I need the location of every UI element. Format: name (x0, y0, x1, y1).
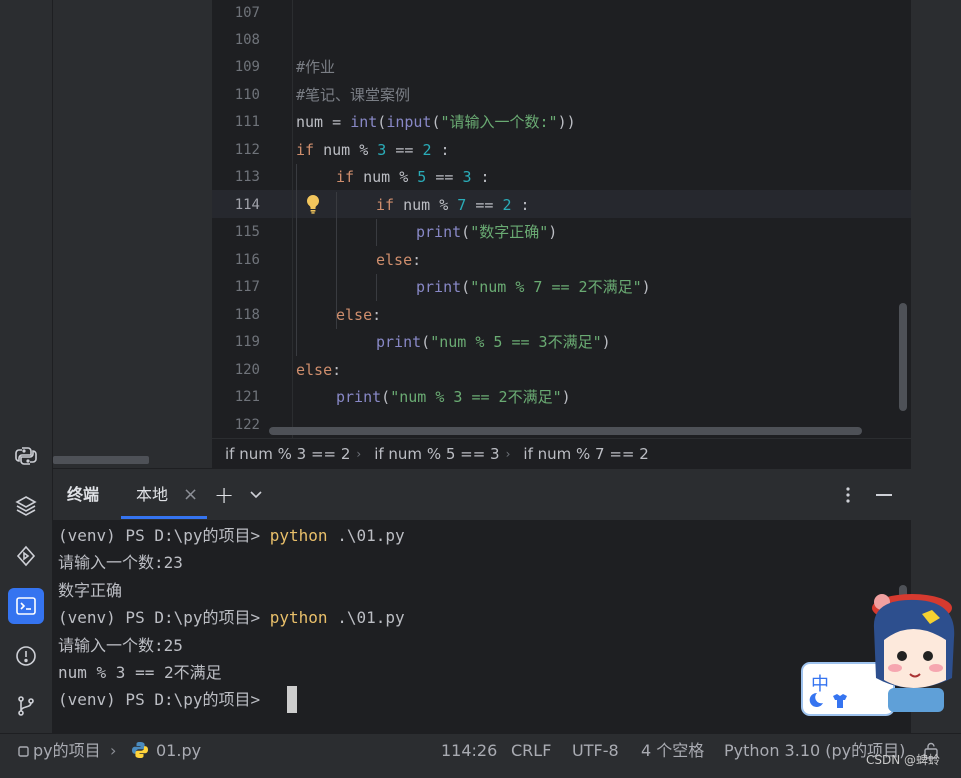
code-line: print("num % 3 == 2不满足") (336, 388, 571, 406)
terminal-header: 终端 本地 × + (53, 468, 911, 521)
terminal-line: 请输入一个数:23 (58, 553, 183, 572)
terminal-title: 终端 (67, 485, 100, 504)
mascot-icon (872, 594, 955, 712)
code-line: print("数字正确") (416, 223, 558, 241)
breadcrumb-item[interactable]: if num % 3 == 2 (212, 445, 356, 463)
line-number: 117 (234, 279, 260, 295)
problems-icon[interactable] (8, 638, 44, 674)
code-line: else: (376, 251, 422, 269)
code-line: if num % 5 == 3 : (336, 168, 490, 186)
line-number-current: 114 (234, 197, 260, 213)
status-bar: py的项目 › 01.py 114:26 CRLF UTF-8 4 个空格 Py… (0, 733, 961, 778)
indent-guide (296, 164, 297, 356)
line-number: 112 (234, 142, 260, 158)
breadcrumb-item[interactable]: if num % 7 == 2 (510, 445, 654, 463)
status-line-separator[interactable]: CRLF (511, 734, 551, 778)
line-number: 122 (234, 417, 260, 433)
close-tab-icon[interactable]: × (183, 469, 198, 521)
terminal-line: 数字正确 (58, 581, 123, 600)
indent-guide (376, 219, 377, 246)
tool-window-bar (0, 0, 53, 733)
terminal-icon[interactable] (8, 588, 44, 624)
code-line: #笔记、课堂案例 (296, 86, 411, 104)
lightbulb-icon[interactable] (303, 193, 323, 215)
line-number: 121 (234, 389, 260, 405)
code-line: else: (336, 306, 382, 324)
code-line: num = int(input("请输入一个数:")) (296, 113, 576, 131)
editor-horizontal-scrollbar[interactable] (269, 427, 862, 435)
line-number: 118 (234, 307, 260, 323)
breadcrumb-item[interactable]: if num % 5 == 3 (361, 445, 505, 463)
terminal-line: num % 3 == 2不满足 (58, 663, 222, 682)
python-file-icon (131, 734, 149, 778)
project-icon (18, 734, 29, 778)
line-number: 119 (234, 334, 260, 350)
active-tab-indicator (121, 516, 207, 519)
line-number: 107 (234, 5, 260, 21)
code-line: if num % 3 == 2 : (296, 141, 450, 159)
code-line-current: if num % 7 == 2 : (376, 196, 530, 214)
code-line: #作业 (296, 58, 336, 76)
breadcrumb: if num % 3 == 2 › if num % 5 == 3 › if n… (212, 438, 911, 469)
editor-vertical-scrollbar[interactable] (899, 303, 907, 411)
line-number: 116 (234, 252, 260, 268)
chevron-down-icon[interactable] (248, 486, 264, 504)
terminal-cursor (287, 686, 297, 713)
line-number: 115 (234, 224, 260, 240)
line-number: 120 (234, 362, 260, 378)
code-line: print("num % 7 == 2不满足") (416, 278, 651, 296)
more-options-icon[interactable] (845, 485, 851, 505)
python-console-icon[interactable] (8, 438, 44, 474)
services-icon[interactable] (8, 538, 44, 574)
python-packages-icon[interactable] (8, 488, 44, 524)
status-caret-position[interactable]: 114:26 (441, 734, 497, 778)
gutter-separator (292, 0, 293, 438)
terminal-line: 请输入一个数:25 (58, 636, 183, 655)
project-panel (53, 0, 212, 468)
status-file-name[interactable]: 01.py (156, 734, 201, 778)
chevron-right-icon: › (110, 741, 117, 760)
line-number: 110 (234, 87, 260, 103)
status-indent[interactable]: 4 个空格 (641, 734, 704, 778)
line-number: 108 (234, 32, 260, 48)
line-number: 111 (234, 114, 260, 130)
tab-local[interactable]: 本地 (136, 469, 168, 521)
line-number: 113 (234, 169, 260, 185)
code-line: else: (296, 361, 342, 379)
moon-shirt-icon (809, 692, 847, 708)
terminal-line: (venv) PS D:\py的项目> (58, 690, 270, 709)
status-encoding[interactable]: UTF-8 (572, 734, 619, 778)
line-number: 109 (234, 59, 260, 75)
code-line: print("num % 5 == 3不满足") (376, 333, 611, 351)
add-tab-icon[interactable]: + (214, 469, 234, 521)
version-control-icon[interactable] (8, 688, 44, 724)
indent-guide (376, 274, 377, 301)
project-horizontal-scrollbar[interactable] (53, 456, 149, 464)
terminal-line: (venv) PS D:\py的项目> python .\01.py (58, 608, 405, 627)
status-project-name[interactable]: py的项目 (33, 734, 101, 778)
watermark: CSDN @蜱蛉 (866, 753, 941, 767)
minimize-icon[interactable] (876, 494, 892, 496)
terminal-line: (venv) PS D:\py的项目> python .\01.py (58, 526, 405, 545)
